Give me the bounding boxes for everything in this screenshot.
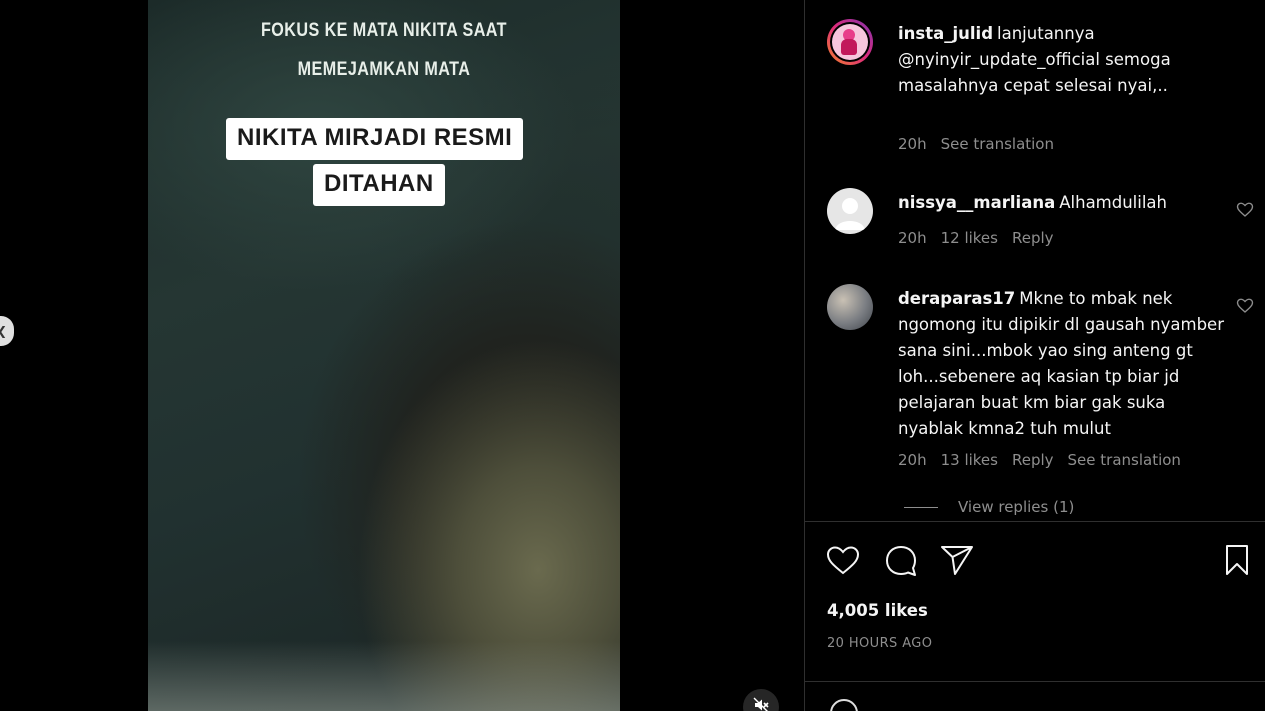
post-media: FOKUS KE MATA NIKITA SAAT MEMEJAMKAN MAT… [0,0,804,711]
heart-icon[interactable] [1236,297,1254,315]
comment-likes[interactable]: 12 likes [941,229,998,247]
video-frame[interactable] [148,0,620,711]
emoji-icon[interactable] [830,699,858,711]
default-avatar-icon [835,198,865,230]
avatar[interactable] [827,284,873,330]
comment-text: deraparas17 Mkne to mbak nek ngomong itu … [898,286,1228,442]
reply-button[interactable]: Reply [1012,451,1054,469]
heart-icon[interactable] [1236,201,1254,219]
reply-button[interactable]: Reply [1012,229,1054,247]
comment-time: 20h [898,229,927,247]
avatar[interactable] [827,188,873,234]
likes-count[interactable]: 4,005 likes [827,601,928,620]
comment-time: 20h [898,135,927,153]
post-side-panel: insta_julid lanjutannya @nyinyir_update_o… [804,0,1265,711]
comment-username[interactable]: insta_julid [898,24,993,43]
video-shading [148,641,620,711]
see-translation-link[interactable]: See translation [1068,451,1181,469]
comment-text: nissya__marliana Alhamdulilah [898,190,1228,216]
video-caption-line-1: FOKUS KE MATA NIKITA SAAT [261,20,507,41]
comment-likes[interactable]: 13 likes [941,451,998,469]
mute-button[interactable] [743,689,779,711]
comment-username[interactable]: nissya__marliana [898,193,1055,212]
video-headline-line-2: DITAHAN [313,164,445,206]
video-caption-line-2: MEMEJAMKAN MATA [297,59,471,80]
comment-meta: 20h 13 likes Reply See translation [898,451,1195,469]
comment-meta: 20h See translation [898,135,1068,153]
post-actions [805,538,1265,582]
comments-list[interactable]: insta_julid lanjutannya @nyinyir_update_o… [805,0,1265,522]
comment-text: insta_julid lanjutannya @nyinyir_update_o… [898,21,1228,99]
chevron-left-icon[interactable]: ❮ [0,316,14,346]
heart-icon[interactable] [825,542,861,578]
bookmark-icon[interactable] [1219,542,1255,578]
replies-divider [904,507,938,508]
avatar[interactable] [827,19,873,65]
view-replies-button[interactable]: View replies (1) [904,498,1074,516]
paper-plane-icon[interactable] [939,542,975,578]
post-timestamp: 20 HOURS AGO [827,636,933,651]
video-headline-line-1: NIKITA MIRJADI RESMI [226,118,524,160]
comment-body: Mkne to mbak nek ngomong itu dipikir dl … [898,289,1224,438]
speaker-muted-icon [753,697,769,711]
add-comment-bar[interactable] [805,681,1265,711]
see-translation-link[interactable]: See translation [941,135,1054,153]
comment-time: 20h [898,451,927,469]
comment-username[interactable]: deraparas17 [898,289,1015,308]
comment-bubble-icon[interactable] [883,542,919,578]
comment-meta: 20h 12 likes Reply [898,229,1068,247]
comment-body: Alhamdulilah [1059,193,1167,212]
view-replies-label: View replies (1) [958,498,1075,516]
